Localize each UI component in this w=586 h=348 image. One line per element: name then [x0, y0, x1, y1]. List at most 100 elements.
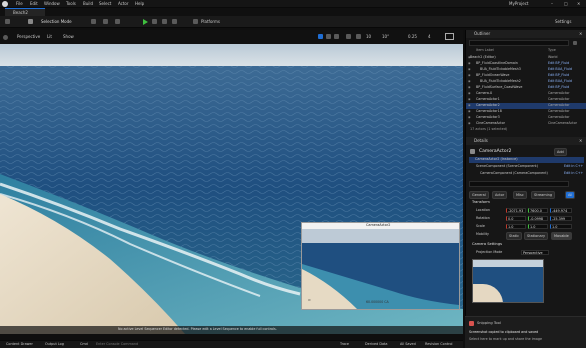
location-label: Location: [476, 208, 490, 212]
mobility-stationary[interactable]: Stationary: [524, 232, 549, 240]
filter-streaming[interactable]: Streaming: [531, 191, 556, 199]
component-camera[interactable]: CameraComponent (CameraComponent): [480, 171, 548, 175]
add-component-button[interactable]: Add: [554, 148, 567, 156]
visibility-eye-icon[interactable]: ◉: [468, 116, 471, 119]
save-icon[interactable]: [5, 19, 10, 24]
rotation-snap-value[interactable]: 10°: [382, 35, 389, 39]
filter-actor[interactable]: Actor: [492, 191, 508, 199]
location-z[interactable]: -449.974: [550, 208, 572, 213]
menu-window[interactable]: Window: [44, 2, 60, 6]
visibility-eye-icon[interactable]: ◉: [468, 62, 471, 65]
trace-button[interactable]: Trace: [340, 342, 349, 346]
mobility-movable[interactable]: Movable: [551, 232, 572, 240]
rotation-x[interactable]: 0.0: [506, 216, 526, 221]
visibility-eye-icon[interactable]: ◉: [468, 80, 471, 83]
viewport-options-icon[interactable]: [3, 35, 8, 40]
outliner-search[interactable]: [469, 40, 569, 46]
all-saved-status[interactable]: All Saved: [400, 342, 416, 346]
scale-icon[interactable]: [334, 34, 339, 39]
visibility-eye-icon[interactable]: ◉: [468, 110, 471, 113]
outliner-col-type[interactable]: Type: [548, 48, 556, 52]
visibility-eye-icon[interactable]: ◉: [468, 74, 471, 77]
visibility-eye-icon[interactable]: ◉: [468, 122, 471, 125]
content-drawer-button[interactable]: Content Drawer: [6, 342, 33, 346]
surface-snap-icon[interactable]: [356, 34, 361, 39]
details-search[interactable]: [469, 181, 569, 198]
menu-tools[interactable]: Tools: [66, 2, 76, 6]
select-mode-icon[interactable]: [28, 19, 33, 24]
maximize-icon[interactable]: □: [564, 2, 568, 6]
filter-all[interactable]: All: [565, 191, 576, 199]
menu-build[interactable]: Build: [83, 2, 93, 6]
snipping-notification[interactable]: Snipping Tool Screenshot copied to clipb…: [465, 316, 586, 348]
camera-speed-value[interactable]: 4: [428, 35, 431, 39]
menu-select[interactable]: Select: [99, 2, 111, 6]
output-log-button[interactable]: Output Log: [45, 342, 64, 346]
scale-y[interactable]: 1.0: [528, 224, 548, 229]
pause-icon[interactable]: [162, 19, 167, 24]
revision-control-button[interactable]: Revision Control: [425, 342, 453, 346]
grid-snap-value[interactable]: 10: [366, 35, 371, 39]
platforms-icon[interactable]: [193, 19, 198, 24]
cinematics-icon[interactable]: [115, 19, 120, 24]
camera-settings-section[interactable]: Camera Settings: [472, 242, 502, 247]
outliner-row-label: Beach2 (Editor): [470, 55, 496, 59]
unreal-logo-icon[interactable]: [2, 1, 8, 7]
outliner-row-label: CameraActor3: [476, 115, 500, 119]
rotation-y[interactable]: -0.0998: [528, 216, 548, 221]
perspective-button[interactable]: Perspective: [17, 35, 40, 39]
filter-general[interactable]: General: [469, 191, 489, 199]
filter-misc[interactable]: Misc: [513, 191, 527, 199]
visibility-eye-icon[interactable]: ◉: [468, 104, 471, 107]
details-close-icon[interactable]: ✕: [579, 139, 582, 143]
visibility-eye-icon[interactable]: ◉: [468, 86, 471, 89]
menu-actor[interactable]: Actor: [118, 2, 129, 6]
blueprint-icon[interactable]: [103, 19, 108, 24]
outliner-close-icon[interactable]: ✕: [579, 32, 582, 36]
instance-row[interactable]: CameraActor2 (Instance): [469, 157, 584, 163]
translate-icon[interactable]: [318, 34, 323, 39]
menu-edit[interactable]: Edit: [30, 2, 38, 6]
menu-file[interactable]: File: [16, 2, 23, 6]
location-y[interactable]: 7600.0: [528, 208, 548, 213]
show-button[interactable]: Show: [63, 35, 74, 39]
close-icon[interactable]: ✕: [577, 2, 580, 6]
mobility-static[interactable]: Static: [506, 232, 523, 240]
rotation-z[interactable]: -25.399: [550, 216, 572, 221]
scale-z[interactable]: 1.0: [550, 224, 572, 229]
menu-help[interactable]: Help: [135, 2, 144, 6]
transform-section[interactable]: Transform: [472, 200, 490, 205]
location-x[interactable]: -2071.93: [506, 208, 526, 213]
outliner-row-label: BP_FluidSurface_CoastWave: [476, 85, 523, 89]
outliner-settings-icon[interactable]: [573, 41, 577, 45]
settings-button[interactable]: Settings: [555, 20, 571, 24]
tab-beach2[interactable]: Beach2: [5, 8, 45, 16]
component-scene[interactable]: SceneComponent (SceneComponent): [476, 164, 538, 168]
selection-mode-dropdown[interactable]: Selection Mode: [41, 20, 72, 24]
projection-dropdown[interactable]: Perspective: [521, 250, 549, 255]
play-icon[interactable]: [143, 19, 148, 25]
derived-data-button[interactable]: Derived Data: [365, 342, 387, 346]
outliner-col-label[interactable]: Item Label: [476, 48, 494, 52]
outliner-row-type: Edit BP_Fluid: [548, 85, 570, 89]
maximize-viewport-icon[interactable]: [445, 33, 454, 40]
component-scene-edit[interactable]: Edit in C++: [564, 164, 583, 168]
scale-snap-value[interactable]: 0.25: [408, 35, 417, 39]
mobility-label: Mobility: [476, 232, 489, 236]
platforms-dropdown[interactable]: Platforms: [201, 20, 220, 24]
visibility-eye-icon[interactable]: ◉: [468, 92, 471, 95]
scale-x[interactable]: 1.0: [506, 224, 526, 229]
lit-button[interactable]: Lit: [47, 35, 52, 39]
cmd-dropdown[interactable]: Cmd: [80, 342, 88, 346]
rotate-icon[interactable]: [326, 34, 331, 39]
world-icon[interactable]: [346, 34, 351, 39]
stop-icon[interactable]: [172, 19, 177, 24]
play-options-icon[interactable]: [152, 19, 157, 24]
visibility-eye-icon[interactable]: ◉: [468, 68, 471, 71]
console-input[interactable]: Enter Console Command: [96, 342, 138, 346]
content-icon[interactable]: [91, 19, 96, 24]
minimize-icon[interactable]: –: [551, 2, 553, 6]
component-camera-edit[interactable]: Edit in C++: [564, 171, 583, 175]
visibility-eye-icon[interactable]: ◉: [468, 98, 471, 101]
outliner-row-label: CineCameraActor: [476, 121, 505, 125]
